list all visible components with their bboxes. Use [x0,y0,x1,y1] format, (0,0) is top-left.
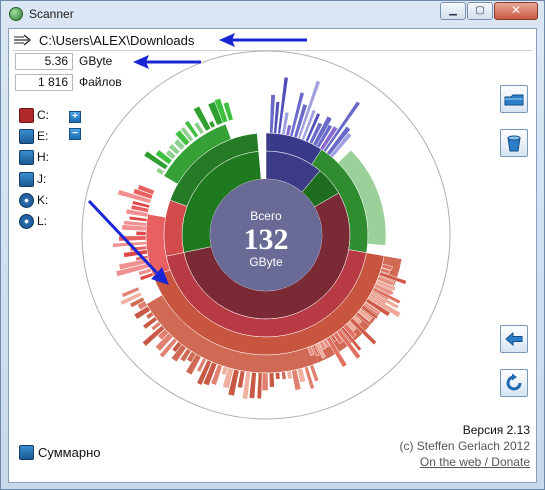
back-arrow-icon[interactable] [13,33,35,47]
center-caption: Всего [250,209,282,223]
client-area: C:\Users\ALEX\Downloads 5.36 GByte 1 816… [8,28,537,483]
cd-drive-icon [19,192,34,208]
current-path: C:\Users\ALEX\Downloads [39,33,195,48]
file-segment[interactable] [261,372,269,391]
drive-k[interactable]: K: [19,192,48,208]
drive-c[interactable]: C: [19,107,49,123]
hard-drive-icon [19,149,34,165]
disk-usage-sunburst: Всего 132 GByte [81,50,451,420]
minimize-button[interactable]: ▁ [440,2,466,20]
open-folder-button[interactable] [500,85,528,113]
drive-j[interactable]: J: [19,171,46,187]
file-segment[interactable] [135,231,147,236]
summary-label: Суммарно [38,445,101,460]
hard-drive-icon [19,445,34,460]
author-text: (c) Steffen Gerlach 2012 [399,439,530,453]
title-bar[interactable]: Scanner ▁ ▢ ✕ [1,1,544,27]
version-text: Версия 2.13 [462,423,530,437]
cd-drive-icon [19,213,34,229]
center-total-value: 132 [244,223,289,256]
maximize-button[interactable]: ▢ [467,2,493,20]
trash-icon [507,135,521,152]
window-title: Scanner [29,7,74,21]
summary-item[interactable]: Суммарно [19,445,101,460]
zoom-out-minus-button[interactable]: − [69,128,81,140]
file-segment[interactable] [275,372,281,380]
drive-label: K: [37,193,49,207]
drive-h[interactable]: H: [19,149,49,165]
system-drive-icon [19,107,34,123]
refresh-icon [506,373,522,391]
scanner-window: Scanner ▁ ▢ ✕ C:\Users\ALEX\Downloads 5.… [0,0,545,490]
window-controls: ▁ ▢ ✕ [440,2,538,20]
drive-label: C: [37,108,49,122]
drive-label: E: [37,129,49,143]
center-unit: GByte [249,255,283,269]
scanner-app-icon [9,7,23,21]
drive-label: L: [37,214,48,228]
file-segment[interactable] [281,371,287,380]
hard-drive-icon [19,171,34,187]
zoom-in-plus-button[interactable]: + [69,111,81,123]
delete-button[interactable] [500,129,528,157]
drive-label: J: [37,172,47,186]
left-arrow-icon [505,331,523,347]
file-segment[interactable] [118,235,147,242]
total-size-value: 5.36 [15,53,73,70]
file-segment[interactable] [268,372,275,388]
hard-drive-icon [19,128,34,144]
credits-block: Версия 2.13 (c) Steffen Gerlach 2012 On … [399,422,530,470]
drive-l[interactable]: L: [19,213,47,229]
folder-icon [504,94,524,106]
file-count-value: 1 816 [15,74,73,91]
web-donate-link[interactable]: On the web / Donate [399,454,530,470]
drive-e[interactable]: E: [19,128,48,144]
close-button[interactable]: ✕ [494,2,538,20]
refresh-button[interactable] [500,369,528,397]
drive-label: H: [37,150,49,164]
path-bar: C:\Users\ALEX\Downloads [13,31,532,51]
back-button[interactable] [500,325,528,353]
